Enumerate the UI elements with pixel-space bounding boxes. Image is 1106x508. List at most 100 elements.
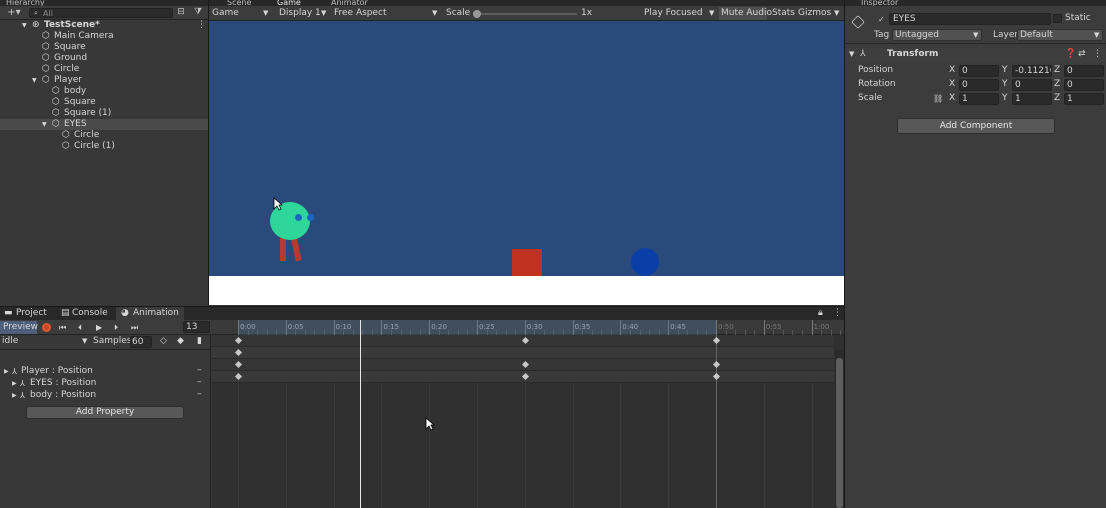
stats-toggle[interactable]: Stats	[772, 8, 795, 19]
rotation-x-value: 0	[962, 80, 968, 90]
active-checkbox[interactable]: ✓	[878, 15, 887, 24]
hierarchy-item-label: Circle	[74, 130, 100, 140]
play-icon[interactable]: ▶	[96, 322, 102, 333]
axis-z-label: Z	[1054, 79, 1061, 89]
prev-keyframe-icon[interactable]: ⏴︎	[78, 322, 82, 333]
frame-field[interactable]: 13	[183, 321, 210, 333]
record-button[interactable]	[42, 323, 51, 332]
layer-dropdown[interactable]: Default ▼	[1017, 29, 1103, 41]
gameobject-icon: ⬡	[52, 97, 60, 107]
property-options-icon[interactable]: –	[197, 389, 202, 400]
gizmos-dropdown[interactable]: Gizmos ▼	[798, 8, 842, 19]
first-keyframe-icon[interactable]: ⏮︎	[59, 322, 66, 333]
display-dropdown[interactable]: Display 1 ▼	[277, 8, 329, 19]
foldout-arrow-icon[interactable]: ▶	[12, 378, 17, 389]
scrollbar-thumb[interactable]	[836, 358, 843, 508]
event-marker-icon[interactable]: ▮	[197, 336, 202, 347]
hierarchy-item-label: EYES	[64, 119, 87, 129]
next-keyframe-icon[interactable]: ⏵︎	[114, 322, 118, 333]
object-name-field[interactable]: EYES	[889, 13, 1051, 25]
filter-icon[interactable]: ⧩	[193, 7, 203, 17]
last-keyframe-icon[interactable]: ⏭︎	[131, 322, 138, 333]
gameobject-icon: ⬡	[42, 31, 50, 41]
clip-row: idle ▼ Samples 60 ◇ ◆ ▮	[0, 335, 211, 350]
hierarchy-item[interactable]: ⬡ Circle (1)	[0, 141, 208, 152]
foldout-arrow-icon[interactable]: ▼	[42, 119, 47, 130]
animation-property-row[interactable]: ▶ ⅄ Player : Position –	[0, 365, 211, 378]
tag-dropdown[interactable]: Untagged ▼	[892, 29, 982, 41]
foldout-arrow-icon[interactable]: ▼	[32, 75, 37, 86]
foldout-arrow-icon[interactable]: ▶	[12, 390, 17, 401]
help-icon[interactable]: ❓	[1065, 49, 1076, 60]
scale-x-field[interactable]: 1	[959, 93, 999, 105]
position-z-field[interactable]: 0	[1064, 65, 1104, 77]
vertical-scrollbar[interactable]	[835, 350, 844, 508]
hierarchy-item[interactable]: ▼ ⬡ EYES	[0, 119, 208, 130]
add-event-icon[interactable]: ◆	[177, 336, 184, 347]
position-z-value: 0	[1067, 66, 1073, 76]
splitter[interactable]	[208, 0, 209, 305]
animation-property-row[interactable]: ▶ ⅄ body : Position –	[0, 389, 211, 402]
chevron-down-icon: ▼	[973, 31, 979, 39]
add-keyframe-icon[interactable]: ◇	[160, 336, 167, 347]
position-y-field[interactable]: -0.11216	[1012, 65, 1052, 77]
animation-property-row[interactable]: ▶ ⅄ EYES : Position –	[0, 377, 211, 390]
tab-console[interactable]: Console	[72, 308, 108, 319]
property-options-icon[interactable]: –	[197, 365, 202, 376]
more-options-icon[interactable]: ⋮	[833, 308, 842, 319]
aspect-label: Free Aspect	[334, 8, 387, 18]
hierarchy-item[interactable]: ⬡ body	[0, 86, 208, 97]
mute-audio-toggle[interactable]: Mute Audio	[719, 7, 772, 20]
property-options-icon[interactable]: –	[197, 377, 202, 388]
game-mode-dropdown[interactable]: Game ▼	[211, 8, 271, 19]
game-mode-label: Game	[212, 8, 239, 18]
hierarchy-item[interactable]: ⬡ Square (1)	[0, 108, 208, 119]
hierarchy-item[interactable]: ⬡ Main Camera	[0, 31, 208, 42]
rotation-x-field[interactable]: 0	[959, 79, 999, 91]
tab-project[interactable]: Project	[16, 308, 47, 319]
transform-header[interactable]: ▼ ⅄ Transform ❓ ⇄ ⋮	[845, 48, 1106, 62]
position-x-field[interactable]: 0	[959, 65, 999, 77]
hierarchy-item[interactable]: ⬡ Square	[0, 42, 208, 53]
foldout-arrow-icon[interactable]: ▼	[849, 49, 854, 60]
hierarchy-item[interactable]: ⬡ Square	[0, 97, 208, 108]
game-view[interactable]	[209, 21, 844, 305]
hierarchy-item[interactable]: ⬡ Circle	[0, 64, 208, 75]
play-focused-dropdown[interactable]: Play Focused ▼	[642, 8, 718, 19]
foldout-arrow-icon[interactable]: ▶	[4, 366, 9, 377]
rotation-z-field[interactable]: 0	[1064, 79, 1104, 91]
timeline-ruler[interactable]: 0:00 0:05 0:10 0:15 0:20 0:25 0:30 0:35 0:40 0:45…	[212, 320, 844, 335]
splitter[interactable]	[844, 0, 845, 508]
scale-slider-handle[interactable]	[473, 10, 481, 18]
hierarchy-item[interactable]: ▼ ⊛ TestScene* ⋮	[0, 20, 208, 31]
preset-icon[interactable]: ⇄	[1078, 49, 1086, 60]
playhead[interactable]	[360, 320, 361, 508]
hierarchy-item[interactable]: ⬡ Circle	[0, 130, 208, 141]
tab-animation-active[interactable]: ◕ Animation	[116, 307, 184, 321]
dopesheet[interactable]: 0:00 0:05 0:10 0:15 0:20 0:25 0:30 0:35 0:40 0:45…	[212, 320, 844, 508]
hierarchy-item[interactable]: ▼ ⬡ Player	[0, 75, 208, 86]
aspect-dropdown[interactable]: Free Aspect ▼	[331, 8, 441, 19]
scale-slider[interactable]	[473, 10, 577, 18]
samples-field[interactable]: 60	[130, 336, 152, 348]
tag-label: Tag	[874, 30, 890, 40]
scene-visibility-icon[interactable]: ⊟	[176, 7, 186, 17]
lock-icon[interactable]: 🔒︎	[818, 308, 823, 319]
add-component-button[interactable]: Add Component	[897, 118, 1055, 134]
hierarchy-search-input[interactable]: ⌕ All	[29, 8, 173, 18]
clip-dropdown[interactable]: idle ▼	[0, 336, 91, 348]
player-eye	[295, 214, 302, 221]
link-scale-icon[interactable]: ⛓	[933, 93, 943, 104]
more-options-icon[interactable]: ⋮	[197, 20, 206, 31]
preview-button[interactable]: Preview	[0, 321, 38, 334]
foldout-arrow-icon[interactable]: ▼	[22, 20, 27, 31]
hierarchy-item[interactable]: ⬡ Ground	[0, 53, 208, 64]
scale-y-field[interactable]: 1	[1012, 93, 1052, 105]
more-options-icon[interactable]: ⋮	[1093, 49, 1102, 60]
scale-z-field[interactable]: 1	[1064, 93, 1104, 105]
add-property-button[interactable]: Add Property	[26, 406, 184, 419]
static-checkbox[interactable]	[1053, 14, 1062, 23]
rotation-y-field[interactable]: 0	[1012, 79, 1052, 91]
rotation-label: Rotation	[858, 79, 896, 89]
add-object-button[interactable]: +▾	[3, 8, 25, 18]
